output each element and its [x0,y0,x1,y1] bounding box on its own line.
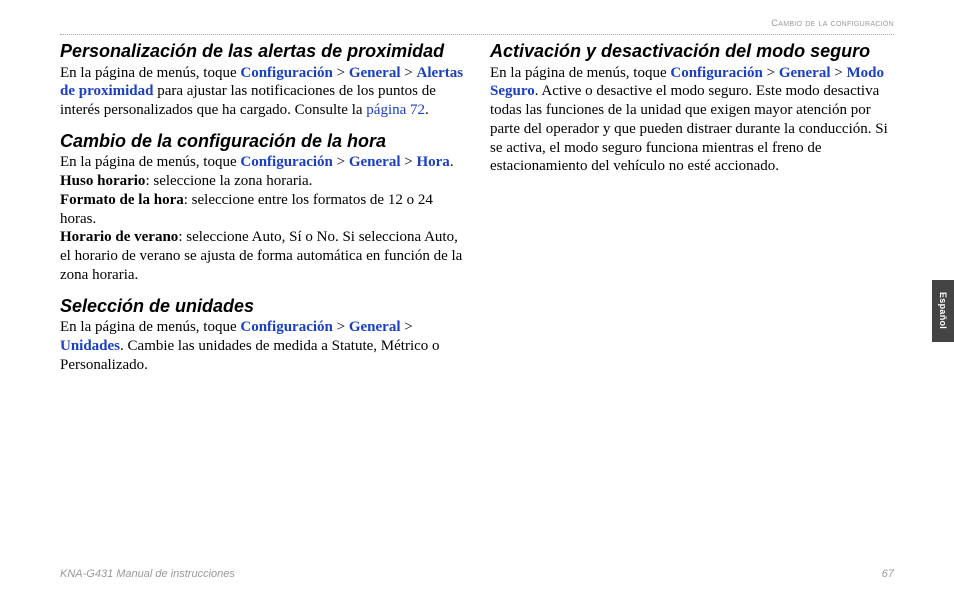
nav-hora: Hora [416,154,449,170]
link-page-72[interactable]: página 72 [366,102,425,118]
paragraph-time-format: Formato de la hora: seleccione entre los… [60,191,464,229]
manual-page: Cambio de la configuración Personalizaci… [0,0,954,608]
heading-time: Cambio de la configuración de la hora [60,130,464,153]
nav-general: General [779,65,831,81]
heading-units: Selección de unidades [60,295,464,318]
heading-safemode: Activación y desactivación del modo segu… [490,40,894,63]
footer-title: KNA-G431 Manual de instrucciones [60,568,235,580]
heading-alerts: Personalización de las alertas de proxim… [60,40,464,63]
nav-configuracion: Configuración [240,65,333,81]
label-huso-horario: Huso horario [60,173,145,189]
paragraph-timezone: Huso horario: seleccione la zona horaria… [60,172,464,191]
nav-general: General [349,319,401,335]
paragraph-time-intro: En la página de menús, toque Configuraci… [60,153,464,172]
page-footer: KNA-G431 Manual de instrucciones 67 [60,568,894,580]
nav-unidades: Unidades [60,338,120,354]
nav-configuracion: Configuración [240,319,333,335]
label-formato-hora: Formato de la hora [60,192,184,208]
nav-general: General [349,65,401,81]
paragraph-alerts: En la página de menús, toque Configuraci… [60,64,464,120]
paragraph-units: En la página de menús, toque Configuraci… [60,318,464,374]
right-column: Activación y desactivación del modo segu… [490,40,894,374]
page-number: 67 [882,568,894,580]
paragraph-safemode: En la página de menús, toque Configuraci… [490,64,894,177]
content-columns: Personalización de las alertas de proxim… [60,40,894,374]
language-tab-espanol[interactable]: Español [932,280,954,342]
label-horario-verano: Horario de verano [60,229,178,245]
nav-configuracion: Configuración [240,154,333,170]
nav-general: General [349,154,401,170]
nav-configuracion: Configuración [670,65,763,81]
header-rule [60,34,894,35]
left-column: Personalización de las alertas de proxim… [60,40,464,374]
running-header: Cambio de la configuración [771,18,894,29]
paragraph-dst: Horario de verano: seleccione Auto, Sí o… [60,228,464,284]
